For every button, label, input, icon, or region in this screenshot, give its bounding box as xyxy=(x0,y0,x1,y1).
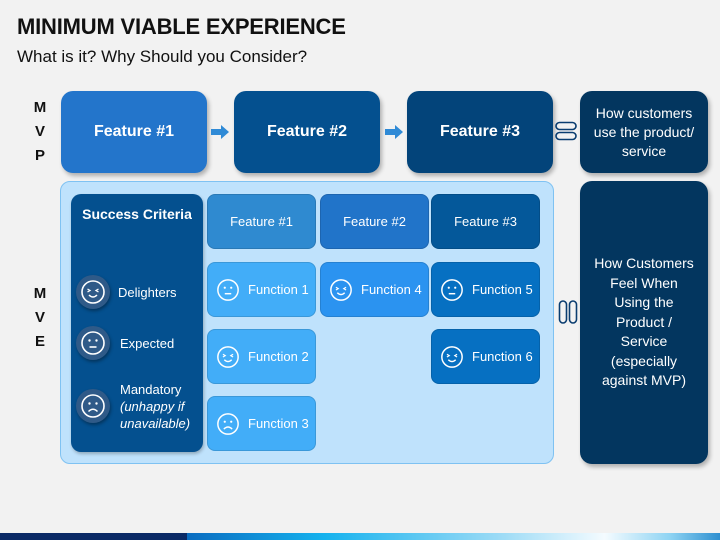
function-label: Function 6 xyxy=(472,349,533,364)
mvp-feature-2: Feature #2 xyxy=(234,91,380,173)
criteria-label-expected: Expected xyxy=(120,336,175,351)
mvp-feature-3: Feature #3 xyxy=(407,91,553,173)
function-cell-2: Function 2 xyxy=(207,329,316,384)
mvp-row-label: M V P xyxy=(30,96,50,168)
neutral-face-icon xyxy=(76,326,110,360)
mandatory-note: (unhappy if unavailable) xyxy=(120,399,191,431)
page-title: MINIMUM VIABLE EXPERIENCE xyxy=(17,14,346,39)
mandatory-label: Mandatory xyxy=(120,382,182,397)
right-arrow-icon xyxy=(211,125,229,139)
function-cell-4: Function 4 xyxy=(320,262,429,317)
neutral-face-icon xyxy=(217,278,239,301)
function-cell-1: Function 1 xyxy=(207,262,316,317)
function-cell-6: Function 6 xyxy=(431,329,540,384)
footer-gradient-bar xyxy=(0,533,720,540)
delighted-face-icon xyxy=(330,278,352,301)
mve-row-label: M V E xyxy=(30,282,50,354)
page-subtitle: What is it? Why Should you Consider? xyxy=(17,47,308,66)
mve-feature-header-1: Feature #1 xyxy=(207,194,316,249)
right-arrow-icon xyxy=(385,125,403,139)
row-label-letter: M xyxy=(33,285,47,302)
mve-outcome-box: How Customers Feel When Using the Produc… xyxy=(580,181,708,464)
delighted-face-icon xyxy=(441,345,463,368)
delighted-face-icon xyxy=(217,345,239,368)
criteria-label-mandatory: Mandatory (unhappy if unavailable) xyxy=(120,381,200,432)
mvp-feature-1: Feature #1 xyxy=(61,91,207,173)
function-label: Function 1 xyxy=(248,282,309,297)
function-cell-5: Function 5 xyxy=(431,262,540,317)
function-label: Function 5 xyxy=(472,282,533,297)
row-label-letter: E xyxy=(34,333,45,350)
chain-link-icon xyxy=(555,121,577,141)
row-label-letter: P xyxy=(34,147,45,164)
chain-link-icon xyxy=(558,300,578,324)
sad-face-icon xyxy=(76,389,110,423)
delighted-face-icon xyxy=(76,275,110,309)
mve-feature-header-3: Feature #3 xyxy=(431,194,540,249)
row-label-letter: V xyxy=(34,123,45,140)
function-cell-3: Function 3 xyxy=(207,396,316,451)
success-criteria-title: Success Criteria xyxy=(82,206,192,222)
row-label-letter: M xyxy=(33,99,47,116)
criteria-label-delighters: Delighters xyxy=(118,285,177,300)
function-label: Function 2 xyxy=(248,349,309,364)
mve-feature-header-2: Feature #2 xyxy=(320,194,429,249)
mvp-outcome-box: How customers use the product/ service xyxy=(580,91,708,173)
function-label: Function 3 xyxy=(248,416,309,431)
sad-face-icon xyxy=(217,412,239,435)
function-label: Function 4 xyxy=(361,282,422,297)
row-label-letter: V xyxy=(34,309,45,326)
neutral-face-icon xyxy=(441,278,463,301)
